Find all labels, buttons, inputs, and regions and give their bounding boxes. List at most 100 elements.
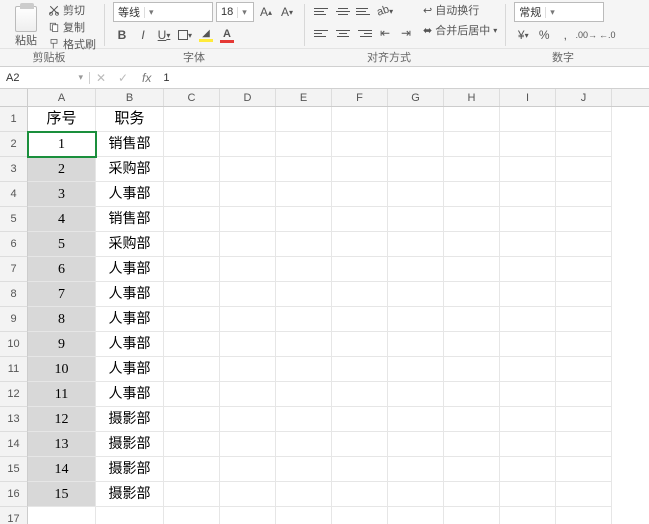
cell[interactable] bbox=[220, 157, 276, 182]
cell[interactable] bbox=[556, 232, 612, 257]
cell[interactable] bbox=[388, 482, 444, 507]
cell[interactable]: 职务 bbox=[96, 107, 164, 132]
cell[interactable]: 12 bbox=[28, 407, 96, 432]
cell[interactable] bbox=[220, 507, 276, 524]
column-header-C[interactable]: C bbox=[164, 89, 220, 106]
cell[interactable] bbox=[388, 432, 444, 457]
align-middle-button[interactable] bbox=[334, 2, 352, 20]
cell[interactable] bbox=[276, 257, 332, 282]
cell[interactable] bbox=[388, 307, 444, 332]
row-header[interactable]: 12 bbox=[0, 382, 28, 407]
cell[interactable] bbox=[388, 132, 444, 157]
cell[interactable] bbox=[500, 432, 556, 457]
cell[interactable] bbox=[164, 157, 220, 182]
row-header[interactable]: 13 bbox=[0, 407, 28, 432]
fill-color-button[interactable]: ◢ bbox=[197, 26, 215, 44]
cell[interactable] bbox=[444, 382, 500, 407]
cell[interactable]: 采购部 bbox=[96, 157, 164, 182]
cell[interactable] bbox=[220, 132, 276, 157]
cell[interactable] bbox=[444, 182, 500, 207]
cell[interactable]: 4 bbox=[28, 207, 96, 232]
cell[interactable] bbox=[556, 507, 612, 524]
cell[interactable] bbox=[444, 207, 500, 232]
column-header-I[interactable]: I bbox=[500, 89, 556, 106]
cell[interactable] bbox=[220, 282, 276, 307]
cell[interactable] bbox=[276, 132, 332, 157]
cell[interactable] bbox=[276, 182, 332, 207]
cell[interactable]: 8 bbox=[28, 307, 96, 332]
row-header[interactable]: 6 bbox=[0, 232, 28, 257]
column-header-D[interactable]: D bbox=[220, 89, 276, 106]
cell[interactable] bbox=[276, 407, 332, 432]
cell[interactable]: 销售部 bbox=[96, 207, 164, 232]
cell[interactable] bbox=[444, 457, 500, 482]
cell[interactable] bbox=[556, 432, 612, 457]
cell[interactable] bbox=[444, 332, 500, 357]
row-header[interactable]: 1 bbox=[0, 107, 28, 132]
font-color-button[interactable]: A bbox=[218, 26, 236, 44]
cell[interactable] bbox=[500, 232, 556, 257]
cell[interactable]: 1 bbox=[28, 132, 96, 157]
row-header[interactable]: 10 bbox=[0, 332, 28, 357]
column-header-H[interactable]: H bbox=[444, 89, 500, 106]
cell[interactable] bbox=[500, 507, 556, 524]
orientation-button[interactable]: ab▾ bbox=[376, 2, 394, 20]
number-format-combo[interactable]: 常规 ▾ bbox=[514, 2, 604, 22]
confirm-formula-button[interactable]: ✓ bbox=[112, 69, 134, 87]
cell[interactable] bbox=[388, 507, 444, 524]
underline-button[interactable]: U ▾ bbox=[155, 26, 173, 44]
row-header[interactable]: 5 bbox=[0, 207, 28, 232]
cell[interactable] bbox=[556, 157, 612, 182]
row-header[interactable]: 14 bbox=[0, 432, 28, 457]
cell[interactable] bbox=[220, 182, 276, 207]
cell[interactable] bbox=[444, 407, 500, 432]
cell[interactable] bbox=[500, 207, 556, 232]
cell[interactable] bbox=[388, 282, 444, 307]
indent-decrease-button[interactable]: ⇤ bbox=[376, 24, 394, 42]
cell[interactable] bbox=[556, 357, 612, 382]
cell[interactable] bbox=[276, 157, 332, 182]
cell[interactable] bbox=[164, 282, 220, 307]
cell[interactable] bbox=[164, 432, 220, 457]
cell[interactable] bbox=[444, 257, 500, 282]
cell[interactable]: 15 bbox=[28, 482, 96, 507]
row-header[interactable]: 4 bbox=[0, 182, 28, 207]
merge-center-button[interactable]: ⬌ 合并后居中 ▾ bbox=[423, 22, 497, 38]
cell[interactable]: 10 bbox=[28, 357, 96, 382]
cell[interactable] bbox=[220, 482, 276, 507]
cell[interactable] bbox=[388, 107, 444, 132]
cell[interactable] bbox=[444, 507, 500, 524]
cell[interactable] bbox=[500, 107, 556, 132]
align-top-button[interactable] bbox=[313, 2, 331, 20]
currency-button[interactable]: ¥▾ bbox=[514, 26, 532, 44]
cell[interactable] bbox=[500, 282, 556, 307]
cell[interactable] bbox=[388, 182, 444, 207]
decrease-font-button[interactable]: A▾ bbox=[278, 3, 296, 21]
cell[interactable] bbox=[96, 507, 164, 524]
cell[interactable]: 采购部 bbox=[96, 232, 164, 257]
increase-font-button[interactable]: A▴ bbox=[257, 3, 275, 21]
cell[interactable] bbox=[332, 132, 388, 157]
cell[interactable] bbox=[276, 357, 332, 382]
cell[interactable] bbox=[220, 307, 276, 332]
column-header-A[interactable]: A bbox=[28, 89, 96, 106]
row-header[interactable]: 7 bbox=[0, 257, 28, 282]
row-header[interactable]: 16 bbox=[0, 482, 28, 507]
cell[interactable]: 6 bbox=[28, 257, 96, 282]
italic-button[interactable]: I bbox=[134, 26, 152, 44]
border-button[interactable]: ▾ bbox=[176, 26, 194, 44]
cell[interactable] bbox=[276, 507, 332, 524]
cell[interactable] bbox=[164, 207, 220, 232]
cell[interactable] bbox=[500, 307, 556, 332]
cell[interactable] bbox=[220, 432, 276, 457]
cell[interactable] bbox=[388, 157, 444, 182]
cell[interactable] bbox=[276, 382, 332, 407]
cell[interactable] bbox=[164, 232, 220, 257]
cell[interactable] bbox=[500, 457, 556, 482]
cell[interactable] bbox=[220, 107, 276, 132]
cell[interactable]: 摄影部 bbox=[96, 407, 164, 432]
cell[interactable]: 摄影部 bbox=[96, 432, 164, 457]
cell[interactable] bbox=[388, 332, 444, 357]
worksheet-grid[interactable]: ABCDEFGHIJ 1序号职务21销售部32采购部43人事部54销售部65采购… bbox=[0, 89, 649, 524]
align-bottom-button[interactable] bbox=[355, 2, 373, 20]
